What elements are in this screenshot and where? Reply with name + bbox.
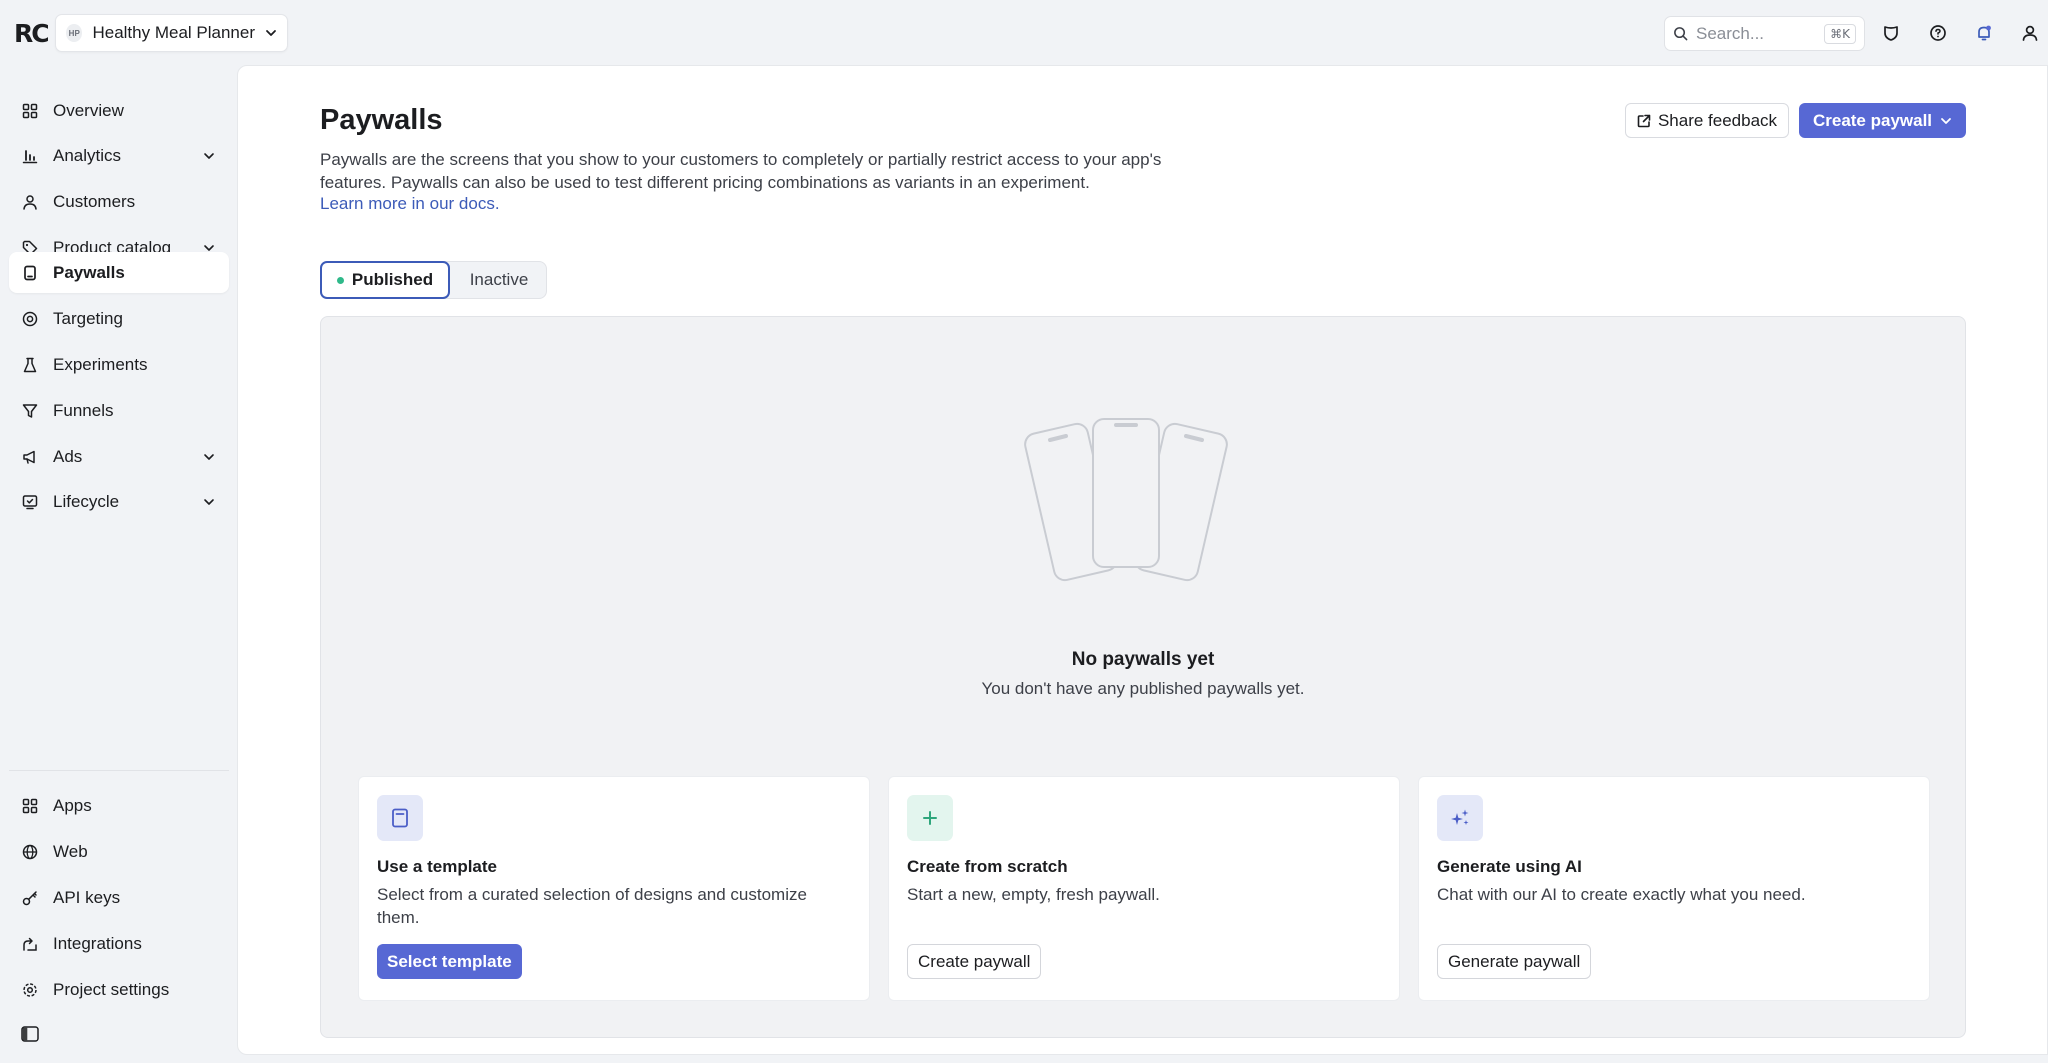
sidebar-item-label: API keys bbox=[53, 887, 121, 907]
sidebar-item-customers[interactable]: Customers bbox=[9, 181, 229, 222]
sidebar-item-api-keys[interactable]: API keys bbox=[9, 877, 229, 918]
project-switcher[interactable]: HP Healthy Meal Planner bbox=[55, 14, 288, 52]
share-feedback-button[interactable]: Share feedback bbox=[1625, 103, 1789, 138]
sidebar-item-label: Experiments bbox=[53, 354, 148, 374]
main-content: Paywalls Paywalls are the screens that y… bbox=[237, 65, 2048, 1055]
tab-published[interactable]: Published bbox=[320, 261, 450, 299]
sidebar-item-analytics[interactable]: Analytics bbox=[9, 135, 229, 176]
sidebar-item-integrations[interactable]: Integrations bbox=[9, 923, 229, 964]
published-dot-icon bbox=[336, 276, 344, 284]
globe-icon bbox=[21, 843, 39, 861]
tab-inactive-label: Inactive bbox=[469, 270, 529, 289]
card-description: Chat with our AI to create exactly what … bbox=[1437, 885, 1806, 904]
chevron-down-icon bbox=[203, 150, 215, 162]
card-title: Create from scratch bbox=[907, 857, 1068, 876]
status-tabs: Published Inactive bbox=[320, 261, 547, 299]
sidebar-item-targeting[interactable]: Targeting bbox=[9, 298, 229, 339]
sidebar-item-label: Ads bbox=[53, 446, 83, 466]
sidebar-divider bbox=[9, 770, 229, 771]
sidebar-toggle-icon[interactable] bbox=[21, 1026, 39, 1042]
grid-icon bbox=[21, 102, 39, 120]
empty-state-subtitle: You don't have any published paywalls ye… bbox=[981, 679, 1305, 698]
card-description: Select from a curated selection of desig… bbox=[377, 885, 807, 927]
apps-icon bbox=[21, 797, 39, 815]
sidebar-item-apps[interactable]: Apps bbox=[9, 785, 229, 826]
bell-icon[interactable] bbox=[1973, 22, 1995, 44]
account-icon[interactable] bbox=[2019, 22, 2041, 44]
megaphone-icon bbox=[21, 448, 39, 466]
funnel-icon bbox=[21, 402, 39, 420]
target-icon bbox=[21, 310, 39, 328]
key-icon bbox=[21, 889, 39, 907]
project-name: Healthy Meal Planner bbox=[92, 23, 255, 42]
sidebar-item-overview[interactable]: Overview bbox=[9, 90, 229, 131]
sidebar-item-web[interactable]: Web bbox=[9, 831, 229, 872]
sidebar: Overview Analytics Customers Product cat… bbox=[0, 66, 236, 1063]
sidebar-item-label: Customers bbox=[53, 191, 136, 211]
chevron-down-icon bbox=[203, 451, 215, 463]
sidebar-item-experiments[interactable]: Experiments bbox=[9, 344, 229, 385]
lifecycle-icon bbox=[21, 493, 39, 511]
select-template-button[interactable]: Select template bbox=[377, 944, 522, 979]
card-title: Generate using AI bbox=[1437, 857, 1582, 876]
share-feedback-label: Share feedback bbox=[1657, 110, 1778, 130]
search-shortcut: ⌘K bbox=[1824, 23, 1856, 44]
search-input[interactable]: Search... ⌘K bbox=[1664, 16, 1865, 51]
shield-icon[interactable] bbox=[1880, 22, 1902, 44]
create-paywall-button[interactable]: Create paywall bbox=[1799, 103, 1966, 138]
tab-published-label: Published bbox=[351, 270, 434, 289]
sparkles-icon bbox=[1437, 795, 1483, 841]
top-bar: RC HP Healthy Meal Planner Search... ⌘K bbox=[0, 0, 2048, 66]
plus-icon bbox=[907, 795, 953, 841]
page-title: Paywalls bbox=[320, 104, 443, 136]
empty-state-title: No paywalls yet bbox=[1071, 649, 1215, 670]
sidebar-item-project-settings[interactable]: Project settings bbox=[9, 969, 229, 1010]
sidebar-item-label: Targeting bbox=[53, 308, 123, 328]
template-icon bbox=[377, 795, 423, 841]
bar-chart-icon bbox=[21, 147, 39, 165]
create-paywall-label: Create paywall bbox=[1812, 110, 1933, 130]
sidebar-item-label: Paywalls bbox=[53, 262, 125, 282]
chevron-down-icon bbox=[203, 496, 215, 508]
user-icon bbox=[21, 193, 39, 211]
sidebar-item-label: Overview bbox=[53, 100, 124, 120]
sidebar-item-label: Analytics bbox=[53, 145, 122, 165]
template-card: Use a template Select from a curated sel… bbox=[358, 776, 870, 1001]
phone-icon bbox=[21, 264, 39, 282]
gear-icon bbox=[21, 981, 39, 999]
project-badge: HP bbox=[66, 24, 83, 42]
sidebar-item-label: Lifecycle bbox=[53, 491, 120, 511]
tab-inactive[interactable]: Inactive bbox=[452, 262, 546, 298]
page-description: Paywalls are the screens that you show t… bbox=[320, 150, 1162, 192]
empty-state-panel: No paywalls yet You don't have any publi… bbox=[320, 316, 1966, 1038]
card-title: Use a template bbox=[377, 857, 497, 876]
sidebar-item-label: Apps bbox=[53, 795, 92, 815]
integrations-icon bbox=[21, 935, 39, 953]
sidebar-item-label: Project settings bbox=[53, 979, 170, 999]
help-icon[interactable] bbox=[1927, 22, 1949, 44]
sidebar-item-label: Web bbox=[53, 841, 88, 861]
sidebar-item-ads[interactable]: Ads bbox=[9, 436, 229, 477]
sidebar-item-label: Funnels bbox=[53, 400, 114, 420]
sidebar-item-label: Integrations bbox=[53, 933, 142, 953]
docs-link[interactable]: Learn more in our docs. bbox=[320, 194, 500, 214]
phones-illustration-icon bbox=[1021, 417, 1231, 587]
scratch-card: Create from scratch Start a new, empty, … bbox=[888, 776, 1400, 1001]
chevron-down-icon bbox=[265, 27, 277, 39]
chevron-down-icon bbox=[1940, 115, 1952, 127]
search-icon bbox=[1673, 26, 1688, 41]
external-link-icon bbox=[1637, 114, 1651, 128]
search-placeholder: Search... bbox=[1696, 23, 1765, 43]
sidebar-item-paywalls[interactable]: Paywalls bbox=[9, 252, 229, 293]
flask-icon bbox=[21, 356, 39, 374]
sidebar-item-funnels[interactable]: Funnels bbox=[9, 390, 229, 431]
card-description: Start a new, empty, fresh paywall. bbox=[907, 885, 1160, 904]
generate-paywall-button[interactable]: Generate paywall bbox=[1437, 944, 1592, 979]
app-logo[interactable]: RC bbox=[14, 19, 50, 48]
create-paywall-card-button[interactable]: Create paywall bbox=[907, 944, 1042, 979]
ai-card: Generate using AI Chat with our AI to cr… bbox=[1418, 776, 1930, 1001]
sidebar-item-lifecycle[interactable]: Lifecycle bbox=[9, 481, 229, 522]
